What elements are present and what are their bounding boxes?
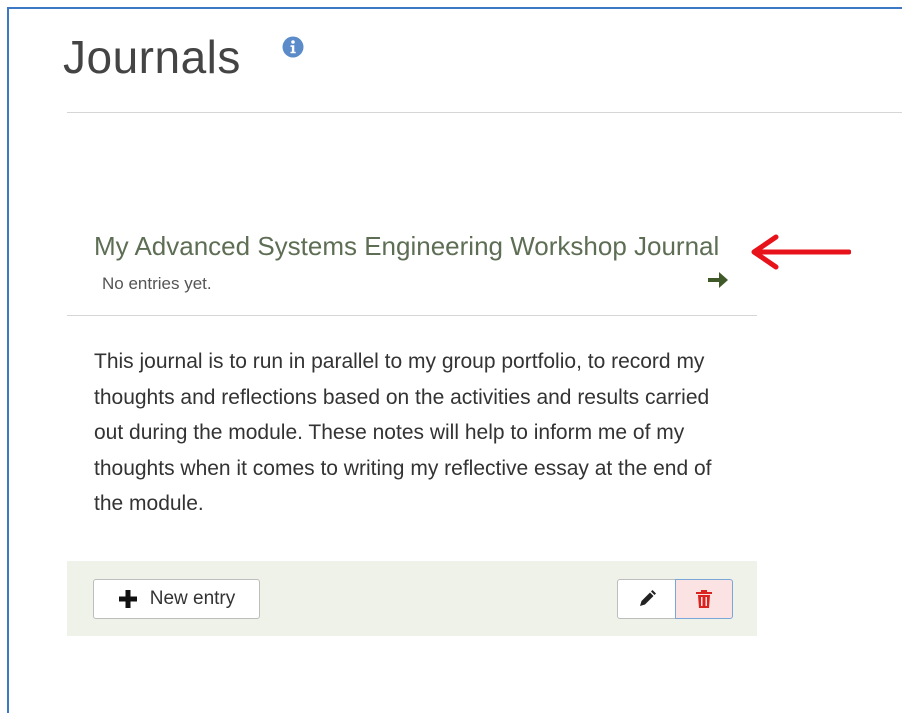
- arrow-right-icon[interactable]: [706, 270, 730, 290]
- pencil-icon: [639, 590, 656, 606]
- page-title: Journals: [63, 31, 241, 83]
- new-entry-label: New entry: [149, 588, 236, 609]
- journal-description: This journal is to run in parallel to my…: [94, 350, 712, 515]
- journal-entry-status: No entries yet.: [102, 274, 212, 293]
- red-arrow-annotation: [751, 234, 851, 270]
- plus-icon: [118, 590, 137, 608]
- new-entry-button[interactable]: New entry: [93, 579, 260, 619]
- info-icon[interactable]: [282, 36, 304, 58]
- title-divider: [67, 112, 902, 113]
- edit-button[interactable]: [617, 579, 676, 619]
- journal-title-link[interactable]: My Advanced Systems Engineering Workshop…: [94, 231, 719, 262]
- delete-button[interactable]: [675, 579, 733, 619]
- card-divider: [67, 315, 757, 316]
- trash-icon: [696, 590, 712, 608]
